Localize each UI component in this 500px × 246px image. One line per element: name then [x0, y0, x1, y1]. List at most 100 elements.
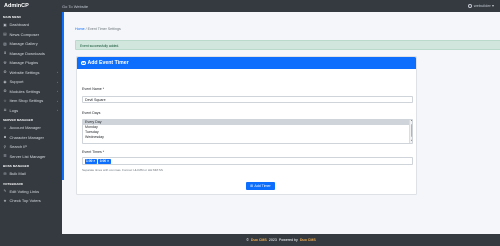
server-icon: ☰	[3, 154, 7, 159]
breadcrumb-separator: /	[85, 27, 87, 31]
sidebar-item-label: Server List Manager	[9, 153, 46, 159]
sidebar-item-edit-voting-links[interactable]: ✎ Edit Voting Links	[0, 187, 62, 197]
chevron-left-icon: ‹	[57, 98, 58, 103]
main-content: Home / Event Timer Settings Event succes…	[62, 12, 500, 234]
download-icon: ⬇	[3, 51, 7, 56]
copyright-symbol: ©	[246, 238, 249, 242]
sidebar-item-dashboard[interactable]: ▣ Dashboard	[0, 20, 62, 30]
scroll-up-icon[interactable]: ▲	[410, 120, 413, 123]
sidebar-item-search-ip[interactable]: ⚲ Search IP	[0, 142, 62, 152]
event-days-select[interactable]: Every Day Monday Tuesday Wednesday ▲ ▼	[82, 119, 413, 144]
sidebar-item-label: Item Shop Settings	[9, 98, 44, 104]
sidebar-item-label: Edit Voting Links	[9, 188, 40, 194]
breadcrumb: Home / Event Timer Settings	[75, 27, 121, 31]
sidebar-item-label: Manage Downloads	[9, 50, 45, 56]
event-day-option[interactable]: Wednesday	[83, 135, 412, 140]
add-timer-button[interactable]: ⊞ Add Timer	[246, 182, 275, 190]
plugin-icon: ⚒	[3, 60, 7, 65]
scroll-thumb[interactable]	[410, 123, 412, 137]
sidebar-item-label: Account Manager	[9, 125, 41, 131]
brand-logo[interactable]: AdminCP	[0, 3, 62, 9]
footer-brand[interactable]: Duo CMS	[251, 238, 267, 242]
sidebar: MAIN MENU ▣ Dashboard ▤ News Composer ▧ Manag…	[0, 12, 62, 246]
shop-icon: ☆	[3, 98, 7, 103]
scroll-down-icon[interactable]: ▼	[410, 140, 413, 143]
user-name: webuilder ▾	[473, 3, 494, 8]
time-tag-value: 1:00	[86, 158, 93, 163]
go-to-website-link[interactable]: Go To Website	[62, 4, 88, 9]
sidebar-item-server-list-manager[interactable]: ☰ Server List Manager	[0, 152, 62, 162]
chevron-left-icon: ‹	[57, 79, 58, 84]
event-times-label: Event Times *	[82, 150, 105, 154]
remove-tag-icon[interactable]: ×	[93, 159, 95, 164]
sidebar-item-label: Check Top Voters	[9, 198, 41, 204]
sidebar-item-support[interactable]: ◉ Support ‹	[0, 77, 62, 87]
sidebar-item-character-manager[interactable]: ☻ Character Manager	[0, 133, 62, 143]
event-times-help: Separate times with commas. Format: HH:M…	[82, 168, 163, 172]
sidebar-item-news-composer[interactable]: ▤ News Composer	[0, 30, 62, 40]
sidebar-item-label: Search IP	[9, 144, 28, 150]
time-tag: 3:00 ×	[98, 158, 111, 164]
sidebar-item-logs[interactable]: ≣ Logs ‹	[0, 106, 62, 116]
sidebar-item-label: Manage Gallery	[9, 41, 38, 47]
sidebar-item-label: Website Settings	[9, 69, 40, 75]
top-navbar: AdminCP Go To Website webuilder ▾	[0, 0, 500, 12]
footer-year: 2023	[268, 238, 277, 242]
add-timer-label: Add Timer	[254, 184, 271, 188]
content-accent-edge	[62, 12, 64, 180]
user-menu[interactable]: webuilder ▾	[467, 3, 494, 8]
mail-icon: ✉	[3, 171, 7, 176]
event-name-input[interactable]: Devil Square	[82, 96, 413, 103]
plus-circle-icon: +	[81, 60, 86, 66]
chevron-left-icon: ‹	[57, 70, 58, 75]
sidebar-item-check-top-voters[interactable]: ★ Check Top Voters	[0, 196, 62, 206]
section-server-manager: SERVER MANAGER	[3, 118, 34, 122]
gallery-icon: ▧	[3, 41, 7, 46]
link-icon: ✎	[3, 189, 7, 194]
card-header: + Add Event Timer	[77, 57, 416, 69]
section-voteboard: VOTEBOARD	[3, 181, 24, 186]
sidebar-item-label: Support	[9, 79, 24, 85]
section-boss-manager: BOSS MANAGER	[3, 164, 30, 168]
time-tag-value: 3:00	[99, 158, 107, 163]
sidebar-item-manage-gallery[interactable]: ▧ Manage Gallery	[0, 39, 62, 49]
sidebar-item-account-manager[interactable]: ☺ Account Manager	[0, 123, 62, 133]
event-times-tag-input[interactable]: 1:00 × 3:00 ×	[82, 157, 413, 165]
success-alert: Event successfully added.	[75, 40, 500, 50]
dashboard-icon: ▣	[3, 22, 7, 27]
event-days-label: Event Days	[82, 111, 101, 115]
news-icon: ▤	[3, 32, 7, 37]
breadcrumb-home[interactable]: Home	[75, 27, 85, 31]
sidebar-item-label: Character Manager	[9, 134, 44, 140]
support-icon: ◉	[3, 79, 7, 84]
chevron-left-icon: ‹	[57, 89, 58, 94]
logs-icon: ≣	[3, 108, 7, 113]
sidebar-item-bulk-mail[interactable]: ✉ Bulk Mail	[0, 169, 62, 179]
sidebar-item-item-shop-settings[interactable]: ☆ Item Shop Settings ‹	[0, 96, 62, 106]
sidebar-item-manage-plugins[interactable]: ⚒ Manage Plugins	[0, 58, 62, 68]
user-icon	[467, 3, 472, 8]
sidebar-item-label: Dashboard	[9, 22, 30, 28]
sidebar-item-modules-settings[interactable]: ⚙ Modules Settings ‹	[0, 87, 62, 97]
modules-icon: ⚙	[3, 89, 7, 94]
sidebar-item-website-settings[interactable]: ⚙ Website Settings ‹	[0, 68, 62, 78]
remove-tag-icon[interactable]: ×	[107, 159, 109, 164]
trophy-icon: ★	[3, 198, 7, 203]
section-main-menu: MAIN MENU	[3, 15, 22, 19]
sidebar-item-label: Logs	[9, 107, 19, 113]
sidebar-item-manage-downloads[interactable]: ⬇ Manage Downloads	[0, 49, 62, 59]
settings-icon: ⚙	[3, 70, 7, 75]
sidebar-item-label: Bulk Mail	[9, 171, 26, 177]
powered-by-text: Powered by	[278, 238, 298, 242]
breadcrumb-current: Event Timer Settings	[87, 27, 121, 31]
character-icon: ☻	[3, 135, 7, 140]
time-tag: 1:00 ×	[84, 158, 97, 164]
account-icon: ☺	[3, 125, 7, 130]
add-event-timer-card: + Add Event Timer Event Name * Devil Squ…	[76, 56, 417, 195]
sidebar-item-label: Manage Plugins	[9, 60, 39, 66]
plus-square-icon: ⊞	[250, 184, 254, 188]
listbox-scrollbar[interactable]: ▲ ▼	[409, 120, 412, 143]
search-icon: ⚲	[3, 144, 7, 149]
powered-by-brand[interactable]: Duo CMS	[300, 238, 316, 242]
sidebar-item-label: Modules Settings	[9, 88, 41, 94]
